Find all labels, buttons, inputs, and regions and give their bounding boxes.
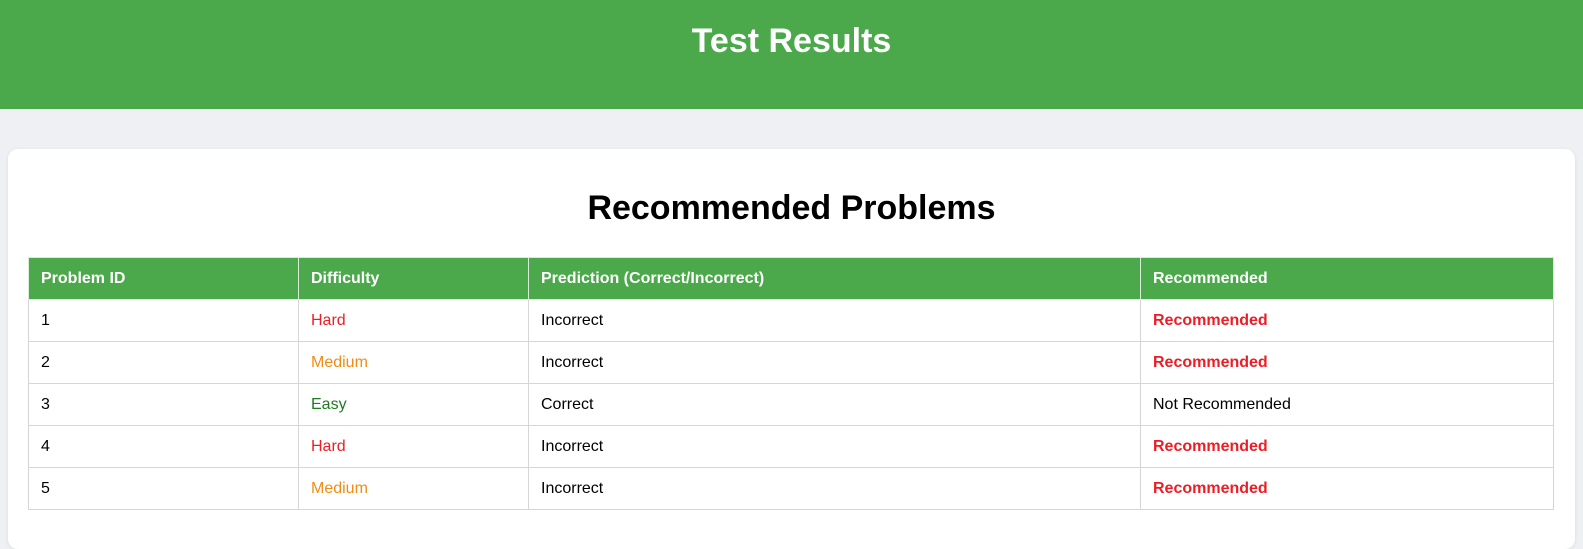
recommended-cell: Recommended: [1140, 425, 1554, 468]
recommended-cell: Recommended: [1140, 467, 1554, 510]
column-header-problem-id: Problem ID: [28, 257, 299, 300]
difficulty-cell: Medium: [298, 467, 529, 510]
page-header: Test Results: [0, 0, 1583, 109]
problem-id-cell: 5: [28, 467, 299, 510]
difficulty-cell: Easy: [298, 383, 529, 426]
prediction-cell: Incorrect: [528, 467, 1141, 510]
table-header-row: Problem ID Difficulty Prediction (Correc…: [28, 257, 1554, 300]
results-table: Problem ID Difficulty Prediction (Correc…: [28, 257, 1554, 510]
table-row: 4 Hard Incorrect Recommended: [28, 425, 1554, 468]
table-row: 5 Medium Incorrect Recommended: [28, 467, 1554, 510]
column-header-difficulty: Difficulty: [298, 257, 529, 300]
column-header-recommended: Recommended: [1140, 257, 1554, 300]
recommended-cell: Recommended: [1140, 341, 1554, 384]
recommended-cell: Not Recommended: [1140, 383, 1554, 426]
problem-id-cell: 4: [28, 425, 299, 468]
column-header-prediction: Prediction (Correct/Incorrect): [528, 257, 1141, 300]
difficulty-cell: Medium: [298, 341, 529, 384]
prediction-cell: Correct: [528, 383, 1141, 426]
prediction-cell: Incorrect: [528, 425, 1141, 468]
problem-id-cell: 3: [28, 383, 299, 426]
problem-id-cell: 2: [28, 341, 299, 384]
results-card: Recommended Problems Problem ID Difficul…: [8, 149, 1575, 549]
prediction-cell: Incorrect: [528, 341, 1141, 384]
difficulty-cell: Hard: [298, 425, 529, 468]
recommended-cell: Recommended: [1140, 299, 1554, 342]
difficulty-cell: Hard: [298, 299, 529, 342]
page-title: Test Results: [691, 22, 892, 60]
prediction-cell: Incorrect: [528, 299, 1141, 342]
section-title: Recommended Problems: [587, 189, 996, 227]
table-row: 3 Easy Correct Not Recommended: [28, 383, 1554, 426]
table-row: 1 Hard Incorrect Recommended: [28, 299, 1554, 342]
problem-id-cell: 1: [28, 299, 299, 342]
table-row: 2 Medium Incorrect Recommended: [28, 341, 1554, 384]
